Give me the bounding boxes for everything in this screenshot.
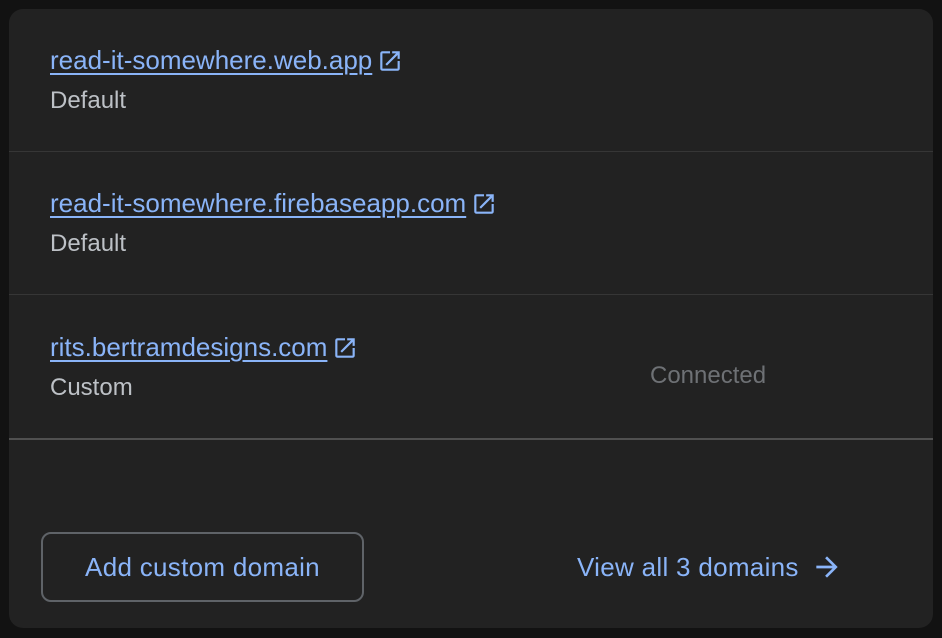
add-custom-domain-button[interactable]: Add custom domain: [41, 532, 364, 602]
domain-type-label: Custom: [50, 374, 133, 401]
view-all-domains-link[interactable]: View all 3 domains: [577, 549, 843, 585]
view-all-label: View all 3 domains: [577, 551, 799, 582]
domain-link[interactable]: read-it-somewhere.firebaseapp.com: [50, 188, 466, 219]
domain-row: rits.bertramdesigns.com Custom Connected: [9, 296, 933, 440]
open-in-new-icon[interactable]: [377, 48, 403, 74]
open-in-new-icon[interactable]: [471, 191, 497, 217]
domain-type-label: Default: [50, 230, 127, 257]
open-in-new-icon[interactable]: [332, 335, 358, 361]
arrow-right-icon: [811, 551, 843, 583]
domain-link-group: read-it-somewhere.web.app: [50, 45, 403, 75]
domain-link-group: read-it-somewhere.firebaseapp.com: [50, 188, 497, 218]
domain-type-label: Default: [50, 87, 127, 114]
domain-row: read-it-somewhere.firebaseapp.com Defaul…: [9, 152, 933, 295]
domain-row: read-it-somewhere.web.app Default: [9, 9, 933, 152]
domain-link[interactable]: read-it-somewhere.web.app: [50, 45, 372, 76]
domains-card: read-it-somewhere.web.app Default read-i…: [9, 9, 933, 628]
domain-link-group: rits.bertramdesigns.com: [50, 332, 358, 362]
status-badge: Connected: [650, 362, 767, 389]
domain-link[interactable]: rits.bertramdesigns.com: [50, 332, 327, 363]
